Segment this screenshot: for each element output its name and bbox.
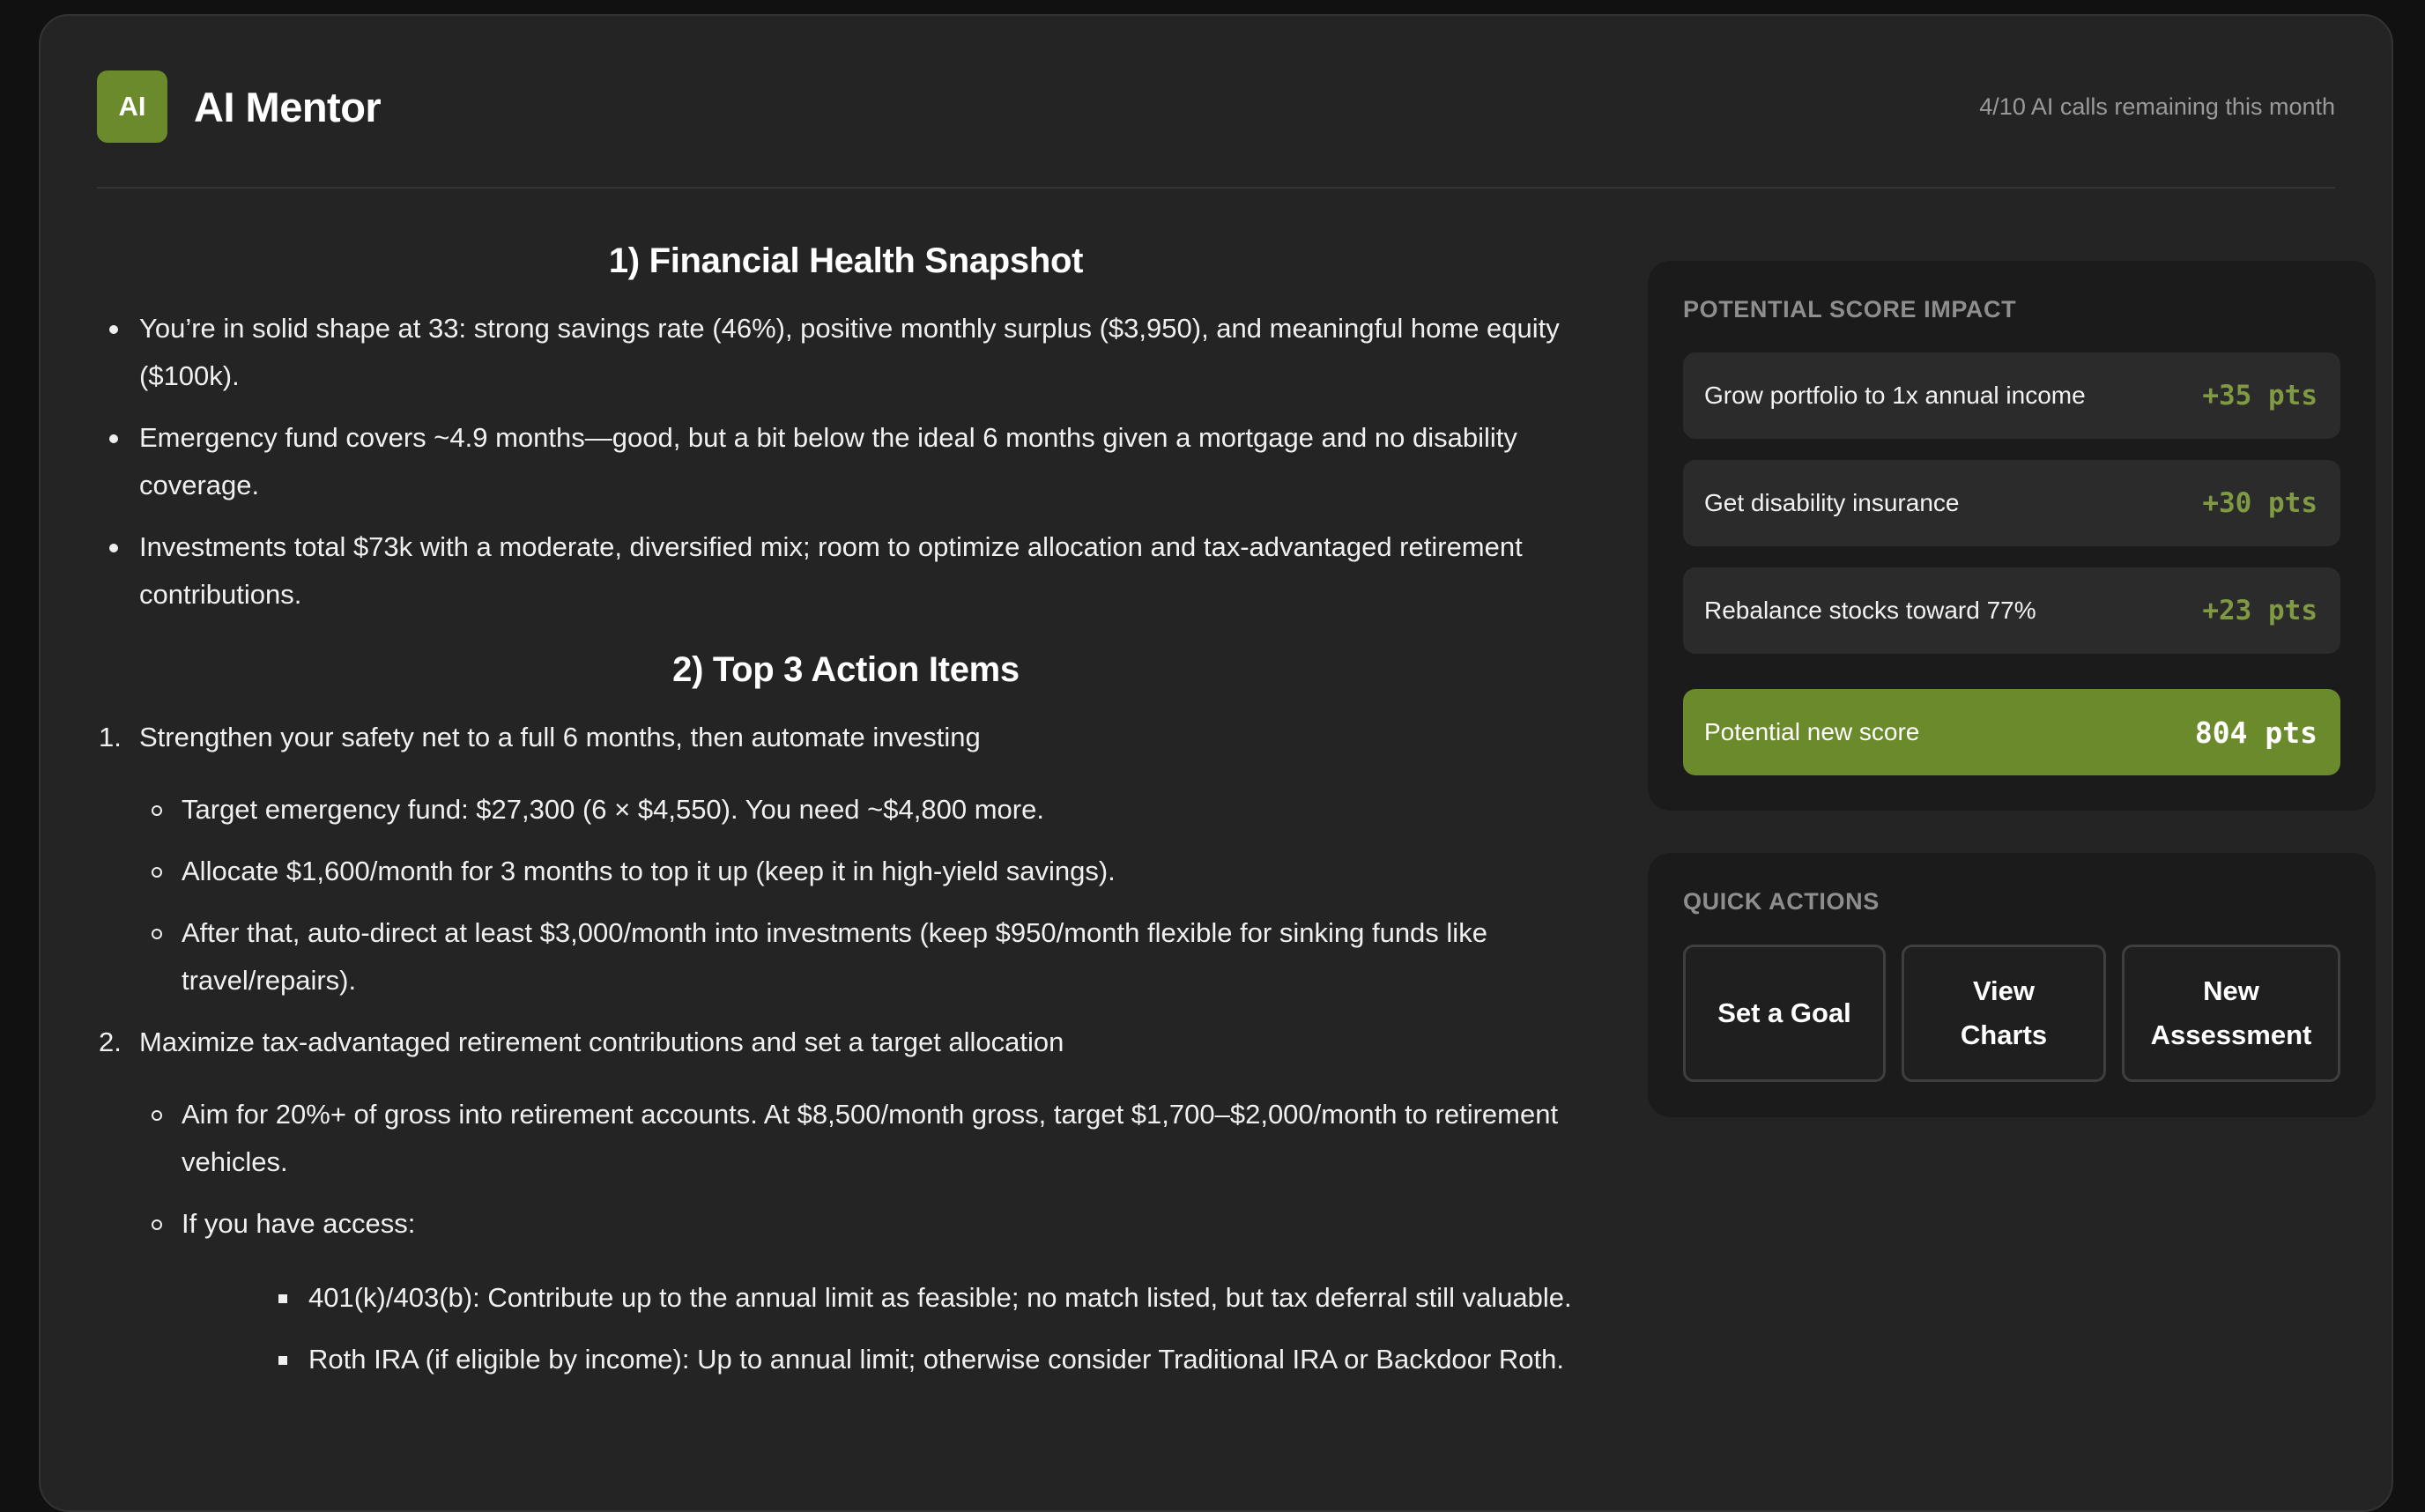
logo-text: AI bbox=[118, 91, 146, 122]
action-subsub-item: Roth IRA (if eligible by income): Up to … bbox=[182, 1336, 1595, 1383]
action-item-text: Strengthen your safety net to a full 6 m… bbox=[139, 722, 981, 752]
snapshot-list: You’re in solid shape at 33: strong savi… bbox=[97, 305, 1595, 619]
impact-row-points: +30 pts bbox=[2202, 487, 2317, 519]
impact-row-points: +35 pts bbox=[2202, 380, 2317, 411]
header-divider bbox=[97, 187, 2335, 189]
snapshot-item: Investments total $73k with a moderate, … bbox=[97, 523, 1595, 619]
action-item-number: 2. bbox=[99, 1027, 122, 1057]
set-goal-label: Set a Goal bbox=[1717, 997, 1851, 1028]
new-assessment-label-line1: New bbox=[2203, 975, 2259, 1006]
new-score-label: Potential new score bbox=[1704, 718, 1920, 745]
impact-row-disability: Get disability insurance +30 pts bbox=[1683, 460, 2340, 546]
impact-row-portfolio: Grow portfolio to 1x annual income +35 p… bbox=[1683, 352, 2340, 439]
impact-row-points: +23 pts bbox=[2202, 595, 2317, 626]
action-sub-item: Aim for 20%+ of gross into retirement ac… bbox=[97, 1091, 1595, 1186]
score-impact-label: POTENTIAL SCORE IMPACT bbox=[1683, 296, 2017, 322]
action-item-title: 2. Maximize tax-advantaged retirement co… bbox=[97, 1019, 1595, 1066]
ai-calls-remaining: 4/10 AI calls remaining this month bbox=[1979, 93, 2335, 120]
quick-actions-label: QUICK ACTIONS bbox=[1683, 888, 1880, 915]
view-charts-label-line2: Charts bbox=[1960, 1019, 2048, 1050]
set-goal-button[interactable]: Set a Goal bbox=[1683, 945, 1886, 1082]
action-sub-item: Allocate $1,600/month for 3 months to to… bbox=[97, 848, 1595, 895]
action-item: 1. Strengthen your safety net to a full … bbox=[97, 714, 1595, 1004]
view-charts-label-line1: View bbox=[1972, 975, 2036, 1006]
potential-new-score: Potential new score 804 pts bbox=[1683, 689, 2340, 775]
quick-actions-card: QUICK ACTIONS Set a Goal View Charts New… bbox=[1648, 853, 2376, 1117]
score-impact-card: POTENTIAL SCORE IMPACT Grow portfolio to… bbox=[1648, 261, 2376, 811]
action-sub-item-text: If you have access: bbox=[182, 1208, 416, 1239]
ai-logo-icon: AI bbox=[97, 70, 167, 143]
ai-mentor-panel: AI AI Mentor 4/10 AI calls remaining thi… bbox=[39, 14, 2393, 1512]
header: AI AI Mentor 4/10 AI calls remaining thi… bbox=[97, 70, 2335, 143]
action-sub-list: Aim for 20%+ of gross into retirement ac… bbox=[97, 1091, 1595, 1383]
action-items-list: 1. Strengthen your safety net to a full … bbox=[97, 714, 1595, 1383]
section-heading-actions: 2) Top 3 Action Items bbox=[672, 650, 1020, 689]
impact-row-rebalance: Rebalance stocks toward 77% +23 pts bbox=[1683, 567, 2340, 654]
action-item: 2. Maximize tax-advantaged retirement co… bbox=[97, 1019, 1595, 1383]
action-item-text: Maximize tax-advantaged retirement contr… bbox=[139, 1027, 1064, 1057]
new-assessment-label-line2: Assessment bbox=[2150, 1019, 2312, 1050]
action-sub-list: Target emergency fund: $27,300 (6 × $4,5… bbox=[97, 786, 1595, 1004]
action-sub-item: If you have access: 401(k)/403(b): Contr… bbox=[97, 1200, 1595, 1383]
impact-row-label: Rebalance stocks toward 77% bbox=[1704, 597, 2036, 624]
snapshot-item: Emergency fund covers ~4.9 months—good, … bbox=[97, 414, 1595, 509]
new-assessment-button[interactable]: New Assessment bbox=[2122, 945, 2340, 1082]
section-heading-snapshot: 1) Financial Health Snapshot bbox=[608, 241, 1084, 280]
action-item-number: 1. bbox=[99, 722, 122, 752]
mentor-response: 1) Financial Health Snapshot You’re in s… bbox=[97, 236, 1595, 1397]
new-score-value: 804 pts bbox=[2194, 715, 2317, 750]
action-item-title: 1. Strengthen your safety net to a full … bbox=[97, 714, 1595, 761]
action-subsub-list: 401(k)/403(b): Contribute up to the annu… bbox=[182, 1274, 1595, 1383]
impact-row-label: Get disability insurance bbox=[1704, 489, 1960, 516]
action-sub-item: Target emergency fund: $27,300 (6 × $4,5… bbox=[97, 786, 1595, 834]
view-charts-button[interactable]: View Charts bbox=[1902, 945, 2106, 1082]
impact-row-label: Grow portfolio to 1x annual income bbox=[1704, 382, 2086, 409]
action-subsub-item: 401(k)/403(b): Contribute up to the annu… bbox=[182, 1274, 1595, 1322]
app-title: AI Mentor bbox=[194, 83, 382, 130]
action-sub-item: After that, auto-direct at least $3,000/… bbox=[97, 909, 1595, 1004]
snapshot-item: You’re in solid shape at 33: strong savi… bbox=[97, 305, 1595, 400]
